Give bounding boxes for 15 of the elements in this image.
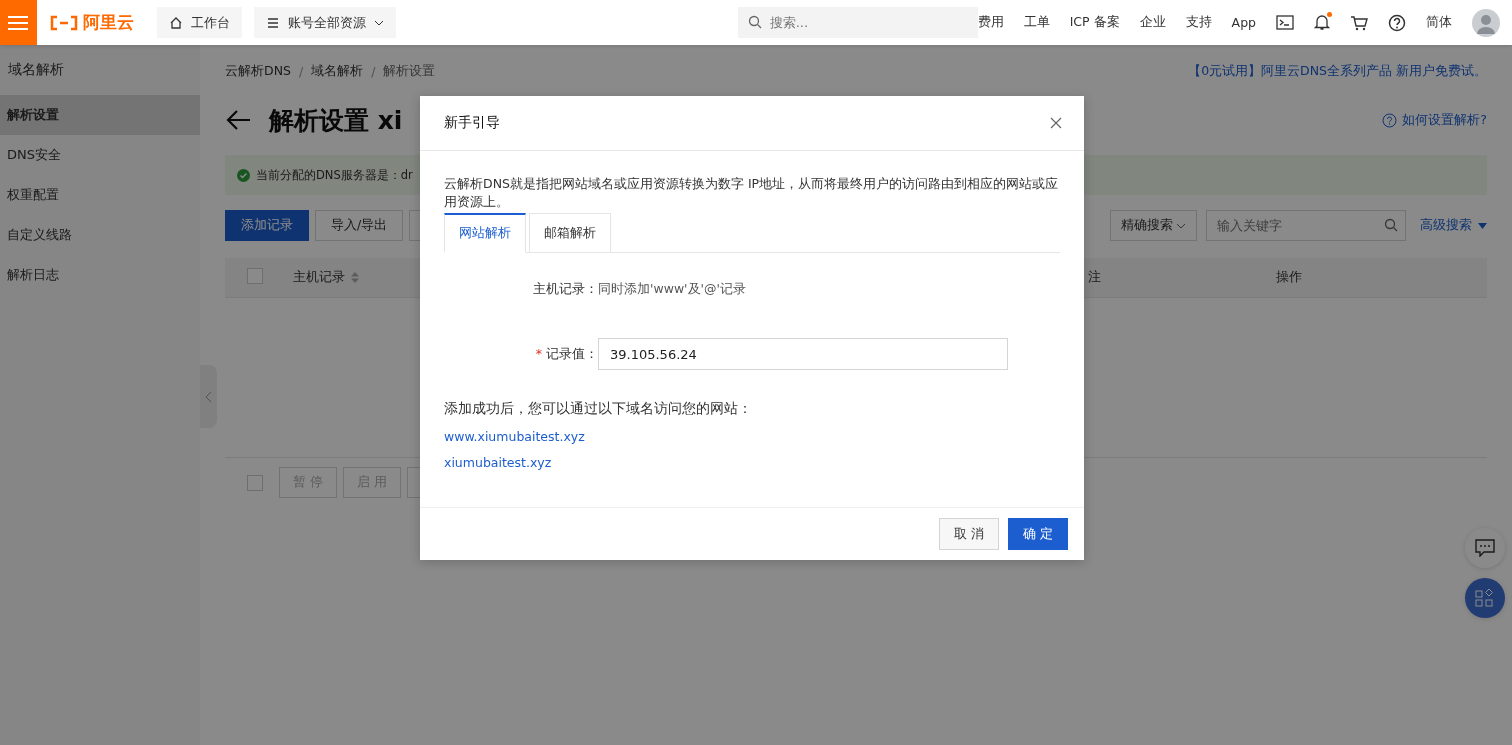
sidebar-title: 域名解析 xyxy=(7,60,65,79)
field-label: 主机记录： xyxy=(532,281,598,298)
notice-text: 当前分配的DNS服务器是：dr xyxy=(256,167,413,183)
page-title: 解析设置 xi xyxy=(269,104,403,137)
field-value: 同时添加'www'及'@'记录 xyxy=(598,281,746,298)
breadcrumb-separator: / xyxy=(371,63,376,79)
logo-text: 阿里云 xyxy=(82,11,134,34)
column-header: 操作 xyxy=(1276,269,1303,286)
column-header: 注 xyxy=(1088,269,1102,286)
dialog-description: 云解析DNS就是指把网站域名或应用资源转换为数字 IP地址，从而将最终用户的访问路由到相应的网站或应用资源上。 xyxy=(444,175,1060,211)
dialog-title: 新手引导 xyxy=(444,114,500,132)
required-mark: * xyxy=(535,345,542,361)
field-label: * 记录值： xyxy=(534,345,598,363)
breadcrumb-separator: / xyxy=(298,63,304,79)
result-text: 添加成功后，您可以通过以下域名访问您的网站： xyxy=(444,400,753,418)
